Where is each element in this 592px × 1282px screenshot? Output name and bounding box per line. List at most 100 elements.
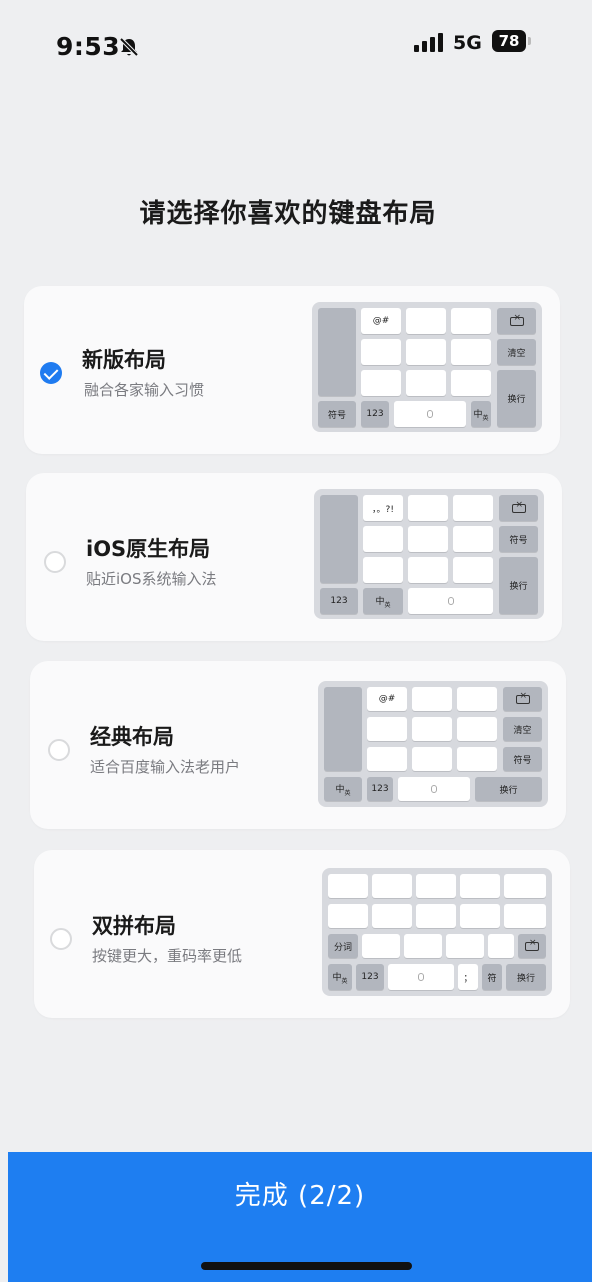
key-zh: 中英 (332, 972, 348, 985)
bell-slash-icon (119, 37, 139, 57)
keyboard-key (457, 717, 497, 741)
keyboard-key (453, 495, 493, 521)
radio-button[interactable] (50, 928, 72, 950)
home-indicator[interactable] (201, 1262, 412, 1270)
layout-option-ios[interactable]: iOS原生布局 贴近iOS系统输入法 ，。?! 符号 换行 123 中英 (26, 473, 562, 641)
keyboard-key (412, 747, 452, 771)
keyboard-key (361, 370, 401, 396)
keyboard-key (408, 588, 493, 614)
status-time: 9:53 (56, 32, 121, 61)
keyboard-key (488, 934, 514, 958)
keyboard-key (408, 557, 448, 583)
key-split: 分词 (328, 934, 358, 958)
option-title: 经典布局 (90, 725, 174, 749)
keyboard-key (453, 526, 493, 552)
keyboard-key (453, 557, 493, 583)
keyboard-key (406, 339, 446, 365)
option-title: iOS原生布局 (86, 537, 211, 561)
keyboard-key (367, 747, 407, 771)
key-123: 123 (367, 777, 393, 801)
keyboard-key (318, 308, 356, 396)
keyboard-key (416, 904, 456, 928)
key-123: 123 (320, 588, 358, 614)
keyboard-key (367, 717, 407, 741)
keyboard-key (398, 777, 470, 801)
key-zh: 中英 (335, 784, 351, 797)
keyboard-key (328, 874, 368, 898)
key-clear: 清空 (503, 717, 542, 741)
key-enter: 换行 (475, 777, 542, 801)
microphone-icon (447, 597, 454, 605)
keyboard-key: 中英 (324, 777, 362, 801)
keyboard-key (328, 904, 368, 928)
keyboard-key: 中英 (328, 964, 352, 990)
option-title: 新版布局 (82, 348, 166, 372)
key-123: 123 (356, 964, 384, 990)
keyboard-preview: 分词 中英 123 ； 符 换行 (322, 868, 552, 996)
microphone-icon (431, 785, 437, 793)
battery-cap (528, 37, 531, 45)
key-123: 123 (361, 401, 389, 427)
signal-bars-icon (414, 32, 446, 52)
backspace-icon (509, 313, 524, 326)
keyboard-key (504, 874, 546, 898)
keyboard-key: 中英 (363, 588, 403, 614)
keyboard-key (416, 874, 456, 898)
keyboard-key (412, 717, 452, 741)
keyboard-key (320, 495, 358, 583)
option-subtitle: 融合各家输入习惯 (84, 381, 205, 399)
key-enter: 换行 (506, 964, 546, 990)
radio-button[interactable] (44, 551, 66, 573)
key-symbols: 符号 (499, 526, 538, 552)
keyboard-key (406, 370, 446, 396)
keyboard-key (408, 495, 448, 521)
keyboard-key (406, 308, 446, 334)
keyboard-key (372, 874, 412, 898)
keyboard-key (499, 495, 538, 521)
keyboard-key (372, 904, 412, 928)
keyboard-key (460, 874, 500, 898)
keyboard-preview: ，。?! 符号 换行 123 中英 (314, 489, 544, 619)
keyboard-key (451, 370, 491, 396)
key-symbols-top: @# (361, 308, 401, 334)
keyboard-key (503, 687, 542, 711)
backspace-icon (511, 500, 526, 513)
keyboard-key (361, 339, 401, 365)
check-icon[interactable] (40, 362, 62, 384)
keyboard-key (388, 964, 454, 990)
key-punct-top: ，。?! (363, 495, 403, 521)
keyboard-key (412, 687, 452, 711)
status-bar: 9:53 5G 78 (0, 0, 592, 90)
keyboard-key (460, 904, 500, 928)
keyboard-key (362, 934, 400, 958)
option-subtitle: 贴近iOS系统输入法 (86, 570, 217, 588)
radio-button[interactable] (48, 739, 70, 761)
key-enter: 换行 (499, 557, 538, 614)
option-subtitle: 适合百度输入法老用户 (90, 758, 241, 776)
option-title: 双拼布局 (92, 914, 176, 938)
keyboard-key (394, 401, 466, 427)
layout-option-new[interactable]: 新版布局 融合各家输入习惯 @# 清空 换行 符号 123 中英 (24, 286, 560, 454)
keyboard-key (446, 934, 484, 958)
keyboard-preview: @# 清空 换行 符号 123 中英 (312, 302, 542, 432)
keyboard-key (324, 687, 362, 771)
keyboard-key (363, 557, 403, 583)
keyboard-key (408, 526, 448, 552)
battery-icon: 78 (492, 30, 526, 52)
layout-option-shuangpin[interactable]: 双拼布局 按键更大，重码率更低 分词 中英 123 ； 符 换行 (34, 850, 570, 1018)
keyboard-key (404, 934, 442, 958)
key-symbols: 符号 (318, 401, 356, 427)
layout-option-classic[interactable]: 经典布局 适合百度输入法老用户 @# 清空 符号 中英 123 换行 (30, 661, 566, 829)
key-enter: 换行 (497, 370, 536, 427)
keyboard-preview: @# 清空 符号 中英 123 换行 (318, 681, 548, 807)
key-clear: 清空 (497, 339, 536, 365)
key-zh: 中英 (375, 596, 391, 609)
keyboard-key (363, 526, 403, 552)
key-symbol: 符 (482, 964, 502, 990)
keyboard-key (457, 687, 497, 711)
key-symbols: 符号 (503, 747, 542, 771)
key-zh: 中英 (473, 409, 489, 422)
option-subtitle: 按键更大，重码率更低 (92, 947, 243, 965)
keyboard-key (451, 308, 491, 334)
backspace-icon (525, 938, 539, 951)
